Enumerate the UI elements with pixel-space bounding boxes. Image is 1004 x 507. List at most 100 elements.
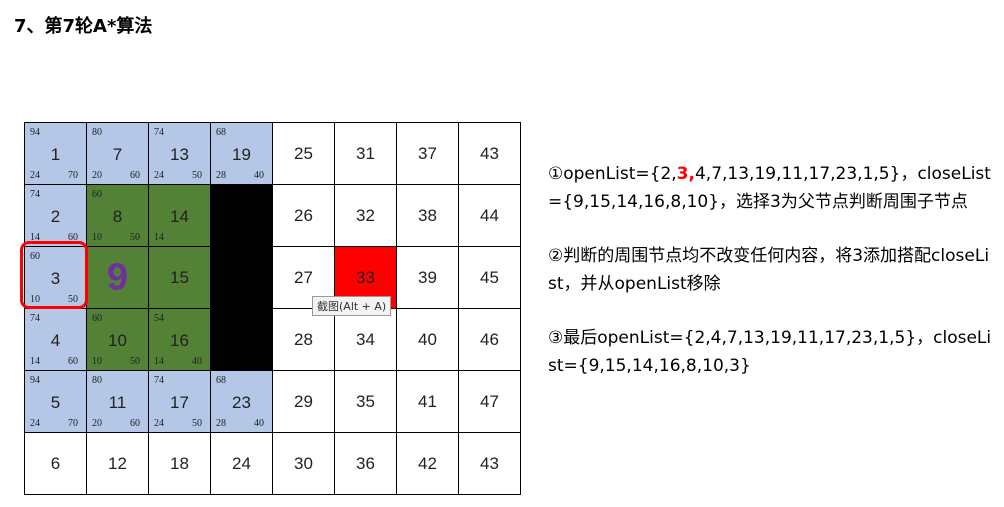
- grid-cell: 43: [459, 123, 521, 185]
- node-id: 30: [294, 453, 313, 473]
- f-cost: 68: [216, 375, 226, 386]
- grid-cell: 47: [459, 371, 521, 433]
- grid-cell: 46: [459, 309, 521, 371]
- step1-prefix: ①openList={2,: [548, 164, 677, 184]
- node-id: 26: [294, 205, 313, 225]
- slide-title: 7、第7轮A*算法: [14, 16, 153, 37]
- grid-cell: 37: [397, 123, 459, 185]
- path-grid: 94 1 24 70 80 7 20 60 74 13 24 50 68 19 28 40 25 31 37 43 74…: [24, 122, 521, 495]
- f-cost: 54: [154, 313, 164, 324]
- node-id: 41: [418, 391, 437, 411]
- node-id: 40: [418, 329, 437, 349]
- f-cost: 80: [92, 127, 102, 138]
- node-id: 38: [418, 205, 437, 225]
- f-cost: 80: [92, 375, 102, 386]
- grid-cell: [211, 309, 273, 371]
- grid-cell: 14 14: [149, 185, 211, 247]
- f-cost: 68: [216, 127, 226, 138]
- f-cost: 74: [154, 127, 164, 138]
- grid-cell: 45: [459, 247, 521, 309]
- g-cost: 14: [154, 232, 164, 243]
- grid-cell: 29: [273, 371, 335, 433]
- h-cost: 70: [68, 170, 78, 181]
- node-id: 2: [50, 207, 61, 226]
- node-id: 14: [170, 207, 189, 226]
- grid-cell: 25: [273, 123, 335, 185]
- h-cost: 40: [254, 418, 264, 429]
- grid-cell: 34: [335, 309, 397, 371]
- node-id: 13: [170, 145, 189, 164]
- g-cost: 10: [92, 356, 102, 367]
- grid-cell: 9: [87, 247, 149, 309]
- node-id: 31: [356, 143, 375, 163]
- g-cost: 28: [216, 418, 226, 429]
- node-id: 12: [108, 453, 127, 473]
- f-cost: 74: [154, 375, 164, 386]
- node-id: 11: [108, 393, 127, 412]
- grid-cell: 94 1 24 70: [25, 123, 87, 185]
- grid-cell: [211, 185, 273, 247]
- grid-cell: 18: [149, 433, 211, 495]
- grid-cell: 36: [335, 433, 397, 495]
- node-id: 32: [356, 205, 375, 225]
- g-cost: 10: [92, 232, 102, 243]
- f-cost: 60: [92, 313, 102, 324]
- g-cost: 20: [92, 170, 102, 181]
- node-id: 39: [418, 267, 437, 287]
- grid-cell: 80 7 20 60: [87, 123, 149, 185]
- grid-cell: 32: [335, 185, 397, 247]
- grid-cell: 74 17 24 50: [149, 371, 211, 433]
- grid-cell: 38: [397, 185, 459, 247]
- h-cost: 50: [130, 232, 140, 243]
- node-id: 33: [356, 267, 375, 287]
- node-id: 36: [356, 453, 375, 473]
- node-id: 25: [294, 143, 313, 163]
- node-id: 4: [50, 331, 61, 350]
- h-cost: 70: [68, 418, 78, 429]
- grid-cell: 26: [273, 185, 335, 247]
- grid-cell: 43: [459, 433, 521, 495]
- node-id: 10: [108, 331, 127, 350]
- g-cost: 24: [30, 170, 40, 181]
- h-cost: 60: [130, 418, 140, 429]
- g-cost: 24: [154, 170, 164, 181]
- node-id: 7: [112, 145, 123, 164]
- node-id: 18: [170, 453, 189, 473]
- node-id: 19: [232, 145, 251, 164]
- step-final-lists: ③最后openList={2,4,7,13,19,11,17,23,1,5}，c…: [548, 328, 992, 376]
- grid-cell: 60 10 10 50: [87, 309, 149, 371]
- node-id: 8: [112, 207, 123, 226]
- h-cost: 40: [254, 170, 264, 181]
- node-id: 28: [294, 329, 313, 349]
- node-id: 42: [418, 453, 437, 473]
- node-id: 17: [170, 393, 189, 412]
- current-node-highlight: [20, 241, 88, 309]
- grid-cell: 6: [25, 433, 87, 495]
- node-id: 5: [50, 393, 61, 412]
- node-id: 45: [480, 267, 499, 287]
- grid-cell: 74 13 24 50: [149, 123, 211, 185]
- grid-cell: 31: [335, 123, 397, 185]
- grid-cell: 28: [273, 309, 335, 371]
- node-id: 24: [232, 453, 251, 473]
- node-id: 47: [480, 391, 499, 411]
- node-id: 37: [418, 143, 437, 163]
- grid-cell: 68 23 28 40: [211, 371, 273, 433]
- grid-cell: 39: [397, 247, 459, 309]
- grid-cell: 60 8 10 50: [87, 185, 149, 247]
- step-open-close-list: ①openList={2,3,4,7,13,19,11,17,23,1,5}，c…: [548, 160, 996, 216]
- grid-cell: 74 4 14 60: [25, 309, 87, 371]
- screenshot-tooltip: 截图(Alt + A): [312, 296, 392, 316]
- h-cost: 60: [68, 356, 78, 367]
- grid-cell: 54 16 14 40: [149, 309, 211, 371]
- node-id: 15: [170, 267, 189, 287]
- f-cost: 74: [30, 313, 40, 324]
- h-cost: 50: [192, 418, 202, 429]
- grid-cell: 15: [149, 247, 211, 309]
- step1-highlight: 3,: [676, 164, 695, 184]
- node-id: 29: [294, 391, 313, 411]
- h-cost: 50: [130, 356, 140, 367]
- grid-cell: 94 5 24 70: [25, 371, 87, 433]
- node-id: 1: [50, 145, 61, 164]
- grid-cell: 42: [397, 433, 459, 495]
